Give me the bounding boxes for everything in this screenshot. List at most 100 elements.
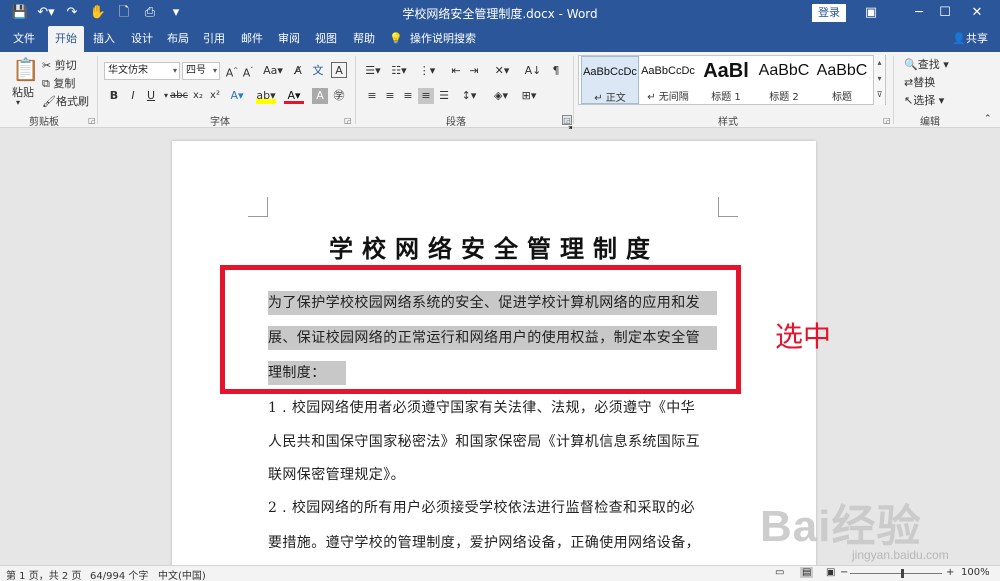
zoom-out-icon[interactable]: − [840, 567, 848, 578]
collapse-ribbon-icon[interactable]: ⌃ [984, 114, 992, 124]
borders-icon[interactable]: ⊞▾ [518, 88, 540, 104]
zoom-level[interactable]: 100% [961, 567, 990, 578]
status-bar: 第 1 页，共 2 页 64/994 个字 中文(中国) ▭ ▤ ▣ − + 1… [0, 565, 1000, 581]
find-button[interactable]: 🔍查找 ▾ [904, 56, 949, 72]
select-button[interactable]: ↖选择 ▾ [904, 92, 944, 108]
bold-icon[interactable]: B [106, 88, 122, 104]
font-size-combo[interactable]: 四号 ▾ [182, 62, 220, 80]
align-right-icon[interactable]: ≡ [400, 88, 416, 104]
distributed-icon[interactable]: ☰ [436, 88, 452, 104]
font-size-value: 四号 [186, 65, 206, 76]
tab-help[interactable]: 帮助 [346, 26, 382, 52]
strikethrough-icon[interactable]: abc [170, 88, 188, 104]
enclose-characters-icon[interactable]: ㊫ [331, 88, 347, 104]
bullets-icon[interactable]: ☰▾ [362, 63, 384, 79]
line-spacing-icon[interactable]: ↕▾ [458, 88, 480, 104]
sort-icon[interactable]: A↓ [524, 63, 542, 79]
paste-icon[interactable]: 📋 [12, 58, 39, 83]
tab-mailings[interactable]: 邮件 [234, 26, 270, 52]
styles-launcher-icon[interactable]: ◲ [883, 116, 891, 125]
print-layout-icon[interactable]: ▤ [800, 567, 814, 578]
font-group-label: 字体 [210, 117, 230, 128]
highlight-icon[interactable]: ab▾ [256, 88, 276, 104]
zoom-slider-thumb[interactable] [901, 569, 904, 578]
character-shading-icon[interactable]: A [312, 88, 328, 104]
tab-review[interactable]: 审阅 [271, 26, 307, 52]
tab-file[interactable]: 文件 [6, 26, 42, 52]
tab-references[interactable]: 引用 [196, 26, 232, 52]
zoom-slider[interactable] [850, 573, 942, 574]
web-layout-icon[interactable]: ▣ [826, 567, 835, 578]
font-launcher-icon[interactable]: ◲ [344, 116, 352, 125]
document-line[interactable]: 要措施。遵守学校的管理制度，爱护网络设备，正确使用网络设备， [268, 531, 700, 555]
tab-home[interactable]: 开始 [48, 26, 84, 52]
search-icon: 🔍 [904, 58, 918, 71]
replace-button[interactable]: ⇄替换 [904, 74, 935, 90]
justify-icon[interactable]: ≡ [418, 88, 434, 104]
decrease-indent-icon[interactable]: ⇤ [448, 63, 464, 79]
chevron-down-icon[interactable]: ▾ [874, 71, 885, 87]
page-indicator[interactable]: 第 1 页，共 2 页 [6, 567, 81, 581]
tab-layout[interactable]: 布局 [160, 26, 196, 52]
zoom-in-icon[interactable]: + [946, 567, 954, 578]
numbering-icon[interactable]: ☷▾ [388, 63, 410, 79]
tab-view[interactable]: 视图 [308, 26, 344, 52]
increase-indent-icon[interactable]: ⇥ [466, 63, 482, 79]
phonetic-guide-icon[interactable]: 文 [310, 63, 326, 79]
document-line[interactable]: 1 . 校园网络使用者必须遵守国家有关法律、法规，必须遵守《中华 [268, 396, 695, 420]
font-color-icon[interactable]: A▾ [284, 88, 304, 104]
style-sample: AaBbCcDc [583, 66, 637, 78]
tab-insert[interactable]: 插入 [86, 26, 122, 52]
superscript-icon[interactable]: x² [207, 88, 223, 104]
margin-corner [248, 197, 268, 217]
lightbulb-icon: 💡 [389, 32, 403, 45]
style-title[interactable]: AaBbC 标题 [813, 56, 871, 104]
chinese-layout-icon[interactable]: ✕▾ [492, 63, 512, 79]
clear-formatting-icon[interactable]: A̸ [290, 63, 306, 79]
document-line[interactable]: 联网保密管理规定》。 [268, 463, 405, 487]
shading-icon[interactable]: ◈▾ [490, 88, 512, 104]
copy-button[interactable]: ⧉ 复制 [42, 75, 75, 91]
share-button[interactable]: 👤共享 [952, 26, 988, 52]
clipboard-launcher-icon[interactable]: ◲ [88, 116, 96, 125]
tab-design[interactable]: 设计 [124, 26, 160, 52]
underline-icon[interactable]: U [143, 88, 159, 104]
document-line[interactable]: 2 . 校园网络的所有用户必须接受学校依法进行监督检查和采取的必 [268, 496, 695, 520]
show-marks-icon[interactable]: ¶ [548, 63, 564, 79]
cut-button[interactable]: ✂ 剪切 [42, 57, 77, 73]
style-heading-1[interactable]: AaBl 标题 1 [697, 56, 755, 104]
style-no-spacing[interactable]: AaBbCcDc ↵ 无间隔 [639, 56, 697, 104]
grow-font-icon[interactable]: A^ [224, 63, 240, 80]
watermark-text: Bai经验 [760, 502, 922, 551]
italic-icon[interactable]: I [125, 88, 141, 104]
multilevel-list-icon[interactable]: ⋮▾ [416, 63, 438, 79]
font-name-combo[interactable]: 华文仿宋 ▾ [104, 62, 180, 80]
login-button[interactable]: 登录 [812, 4, 846, 22]
close-icon[interactable]: ✕ [954, 0, 1000, 26]
word-count[interactable]: 64/994 个字 [90, 567, 148, 581]
document-line[interactable]: 人民共和国保守国家秘密法》和国家保密局《计算机信息系统国际互 [268, 430, 700, 454]
find-label: 查找 [917, 58, 940, 71]
language-indicator[interactable]: 中文(中国) [158, 567, 206, 581]
ribbon-display-icon[interactable]: ▣ [848, 0, 894, 26]
character-border-icon[interactable]: A [331, 62, 347, 78]
change-case-icon[interactable]: Aa▾ [262, 63, 284, 79]
styles-scroll[interactable]: ▴ ▾ ⊽ [873, 55, 885, 105]
shrink-font-icon[interactable]: Aˇ [240, 63, 256, 80]
format-painter-button[interactable]: 🖌格式刷 [42, 93, 89, 109]
read-mode-icon[interactable]: ▭ [775, 567, 784, 578]
align-center-icon[interactable]: ≡ [382, 88, 398, 104]
tell-me-search[interactable]: 操作说明搜索 [408, 26, 478, 52]
font-name-value: 华文仿宋 [108, 65, 148, 76]
margin-corner [718, 197, 738, 217]
style-sample: AaBbCcDc [641, 65, 695, 77]
text-effects-icon[interactable]: A▾ [229, 88, 245, 104]
chevron-up-icon[interactable]: ▴ [874, 55, 885, 71]
paste-dropdown-icon[interactable]: ▾ [16, 98, 20, 107]
style-normal[interactable]: AaBbCcDc ↵ 正文 [581, 56, 639, 104]
more-styles-icon[interactable]: ⊽ [874, 87, 885, 103]
align-left-icon[interactable]: ≡ [364, 88, 380, 104]
style-name: ↵ 正文 [594, 93, 626, 104]
subscript-icon[interactable]: x₂ [190, 88, 206, 104]
style-heading-2[interactable]: AaBbC 标题 2 [755, 56, 813, 104]
